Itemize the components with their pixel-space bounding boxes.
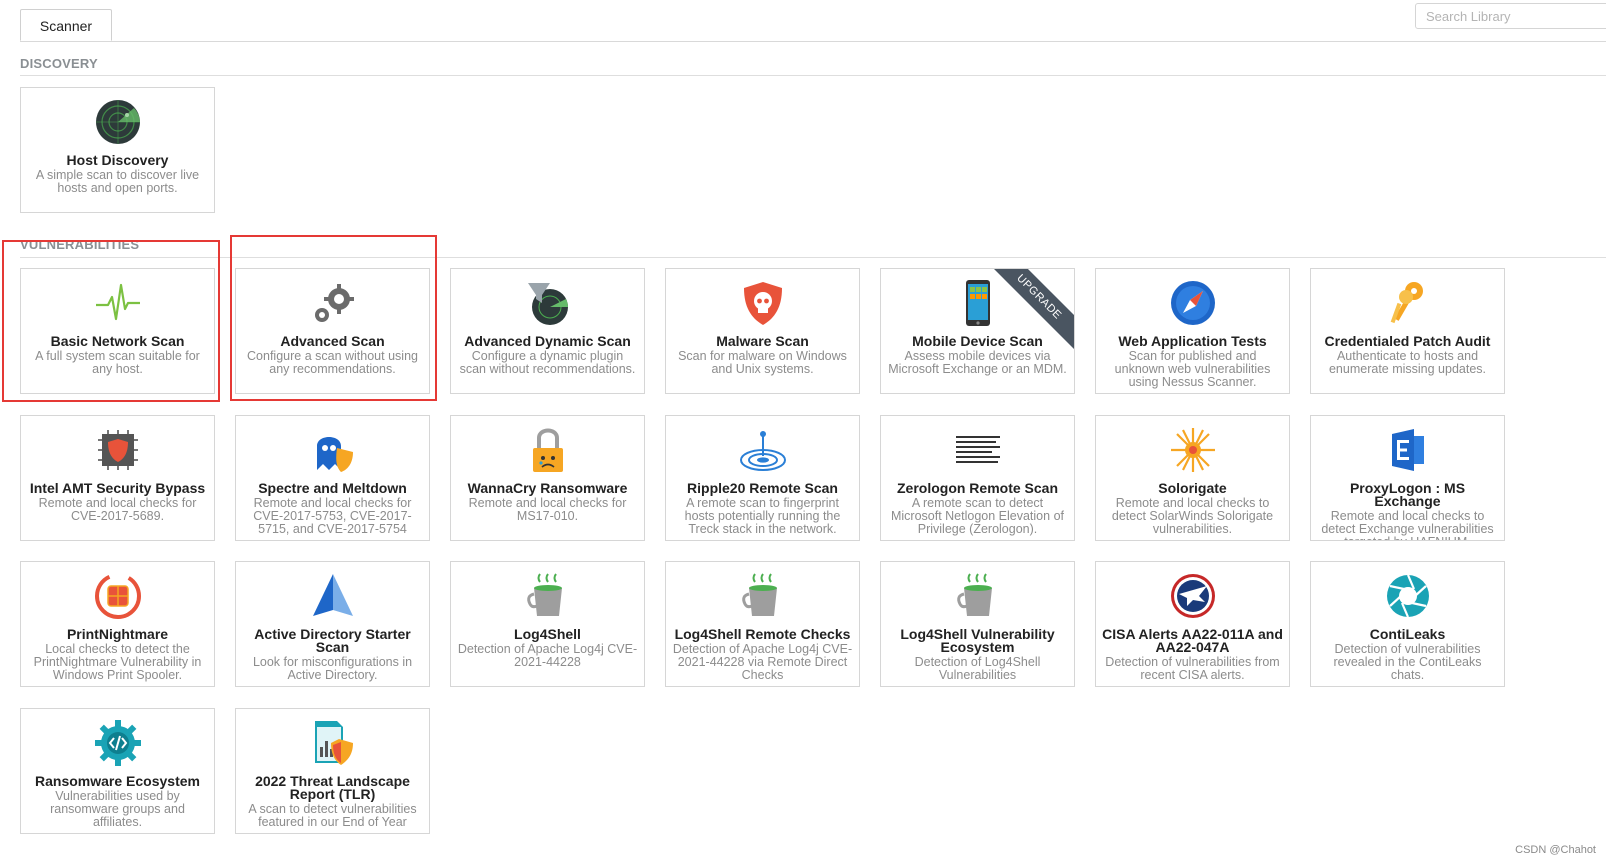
- card-description: Detection of Log4Shell Vulnerabilities: [914, 655, 1041, 682]
- card-description: Scan for malware on Windows and Unix sys…: [678, 349, 847, 376]
- card-title: Log4Shell Vulnerability Ecosystem: [900, 626, 1055, 655]
- card-description: A scan to detect vulnerabilities feature…: [248, 802, 417, 829]
- scan-template-card-ransomware-ecosystem[interactable]: Ransomware Ecosystem Vulnerabilities used…: [20, 708, 215, 834]
- eagle-seal-icon: [1096, 570, 1289, 622]
- chip-shield-icon: [21, 424, 214, 476]
- skull-shield-icon: [666, 277, 859, 329]
- funnel-radar-icon: [451, 277, 644, 329]
- scan-template-card-proxylogon-ms-exchange[interactable]: ProxyLogon : MS Exchange Remote and local…: [1310, 415, 1505, 541]
- section-title-discovery: DISCOVERY: [20, 56, 98, 71]
- gear-code-icon: [21, 717, 214, 769]
- scan-template-card-intel-amt-security-bypass[interactable]: Intel AMT Security Bypass Remote and loca…: [20, 415, 215, 541]
- scan-template-card-web-application-tests[interactable]: Web Application Tests Scan for published …: [1095, 268, 1290, 394]
- card-title: Advanced Dynamic Scan: [464, 333, 631, 349]
- card-title: Active Directory Starter Scan: [254, 626, 411, 655]
- scan-template-card-active-directory-starter-scan[interactable]: Active Directory Starter Scan Look for mi…: [235, 561, 430, 687]
- card-description: Detection of vulnerabilities revealed in…: [1333, 642, 1482, 682]
- highlight-box: [230, 235, 437, 401]
- exchange-logo-icon: [1311, 424, 1504, 476]
- tab-bar: Scanner: [20, 0, 1606, 42]
- ripple-icon: [666, 424, 859, 476]
- card-title: Log4Shell: [514, 626, 581, 642]
- scan-template-card-zerologon-remote-scan[interactable]: Zerologon Remote Scan A remote scan to de…: [880, 415, 1075, 541]
- card-description: Configure a dynamic plugin scan without …: [459, 349, 636, 376]
- scan-template-card-host-discovery[interactable]: Host Discovery A simple scan to discover …: [20, 87, 215, 213]
- card-title: Malware Scan: [716, 333, 809, 349]
- padlock-icon: [451, 424, 644, 476]
- scan-template-card-credentialed-patch-audit[interactable]: Credentialed Patch Audit Authenticate to …: [1310, 268, 1505, 394]
- scan-template-card-mobile-device-scan[interactable]: UPGRADE Mobile Device Scan Assess mobile …: [880, 268, 1075, 394]
- card-title: Spectre and Meltdown: [258, 480, 407, 496]
- aperture-icon: [1311, 570, 1504, 622]
- card-description: Detection of Apache Log4j CVE-2021-44228…: [672, 642, 853, 682]
- card-title: Ripple20 Remote Scan: [687, 480, 838, 496]
- keys-icon: [1311, 277, 1504, 329]
- card-title: Intel AMT Security Bypass: [29, 480, 206, 496]
- card-description: A remote scan to fingerprint hosts poten…: [684, 496, 841, 536]
- card-description: Remote and local checks for CVE-2017-575…: [253, 496, 412, 536]
- pyramid-icon: [236, 570, 429, 622]
- card-title: Mobile Device Scan: [912, 333, 1043, 349]
- card-description: Look for misconfigurations in Active Dir…: [252, 655, 413, 682]
- card-title: PrintNightmare: [66, 626, 169, 642]
- scan-template-card-log4shell[interactable]: Log4Shell Detection of Apache Log4j CVE-2…: [450, 561, 645, 687]
- card-title: CISA Alerts AA22-011A and AA22-047A: [1102, 626, 1283, 655]
- card-description: Authenticate to hosts and enumerate miss…: [1328, 349, 1487, 376]
- scan-template-card-printnightmare[interactable]: PrintNightmare Local checks to detect the…: [20, 561, 215, 687]
- radar-icon: [21, 96, 214, 148]
- scan-template-card-solorigate[interactable]: Solorigate Remote and local checks to det…: [1095, 415, 1290, 541]
- section-divider: [20, 75, 1606, 76]
- card-description: Detection of Apache Log4j CVE-2021-44228: [457, 642, 638, 669]
- highlight-box: [2, 240, 220, 402]
- printnightmare-icon: [21, 570, 214, 622]
- card-title: Host Discovery: [66, 152, 169, 168]
- mobile-phone-icon: [881, 277, 1074, 329]
- tab-scanner[interactable]: Scanner: [20, 9, 112, 41]
- coffee-cup-icon: [666, 570, 859, 622]
- card-description: Vulnerabilities used by ransomware group…: [50, 789, 185, 829]
- card-description: Remote and local checks for MS17-010.: [468, 496, 627, 523]
- card-title: Zerologon Remote Scan: [896, 480, 1059, 496]
- card-description: Scan for published and unknown web vulne…: [1114, 349, 1271, 389]
- card-title: Log4Shell Remote Checks: [674, 626, 851, 642]
- card-title: ProxyLogon : MS Exchange: [1349, 480, 1466, 509]
- card-description: Assess mobile devices via Microsoft Exch…: [888, 349, 1067, 376]
- scan-template-card-wannacry-ransomware[interactable]: WannaCry Ransomware Remote and local chec…: [450, 415, 645, 541]
- card-description: A remote scan to detect Microsoft Netlog…: [890, 496, 1064, 536]
- scan-template-card-advanced-dynamic-scan[interactable]: Advanced Dynamic Scan Configure a dynamic…: [450, 268, 645, 394]
- scan-template-card-ripple20-remote-scan[interactable]: Ripple20 Remote Scan A remote scan to fin…: [665, 415, 860, 541]
- card-title: 2022 Threat Landscape Report (TLR): [255, 773, 410, 802]
- card-title: ContiLeaks: [1369, 626, 1446, 642]
- coffee-cup-icon: [451, 570, 644, 622]
- report-shield-icon: [236, 717, 429, 769]
- scan-template-card-log4shell-vulnerability-ecosystem[interactable]: Log4Shell Vulnerability Ecosystem Detecti…: [880, 561, 1075, 687]
- binary-text-icon: [881, 424, 1074, 476]
- search-library-input[interactable]: [1415, 3, 1606, 29]
- scan-template-card-log4shell-remote-checks[interactable]: Log4Shell Remote Checks Detection of Apac…: [665, 561, 860, 687]
- card-title: Solorigate: [1158, 480, 1227, 496]
- coffee-cup-icon: [881, 570, 1074, 622]
- ghost-icon: [236, 424, 429, 476]
- compass-icon: [1096, 277, 1289, 329]
- scan-template-card-malware-scan[interactable]: Malware Scan Scan for malware on Windows …: [665, 268, 860, 394]
- card-description: Detection of vulnerabilities from recent…: [1105, 655, 1280, 682]
- card-description: Remote and local checks to detect SolarW…: [1111, 496, 1274, 536]
- card-title: Web Application Tests: [1118, 333, 1267, 349]
- card-description: A simple scan to discover live hosts and…: [35, 168, 200, 195]
- scan-template-card-cisa-alerts[interactable]: CISA Alerts AA22-011A and AA22-047A Detec…: [1095, 561, 1290, 687]
- card-title: Credentialed Patch Audit: [1324, 333, 1491, 349]
- watermark: CSDN @Chahot: [1515, 844, 1596, 856]
- card-title: WannaCry Ransomware: [467, 480, 628, 496]
- sunburst-icon: [1096, 424, 1289, 476]
- card-description: Remote and local checks to detect Exchan…: [1321, 509, 1494, 541]
- scan-template-card-spectre-and-meltdown[interactable]: Spectre and Meltdown Remote and local che…: [235, 415, 430, 541]
- card-description: Remote and local checks for CVE-2017-568…: [38, 496, 197, 523]
- scan-template-card-2022-threat-landscape-report[interactable]: 2022 Threat Landscape Report (TLR) A scan…: [235, 708, 430, 834]
- scan-template-card-contileaks[interactable]: ContiLeaks Detection of vulnerabilities r…: [1310, 561, 1505, 687]
- card-description: Local checks to detect the PrintNightmar…: [33, 642, 202, 682]
- card-title: Ransomware Ecosystem: [35, 773, 200, 789]
